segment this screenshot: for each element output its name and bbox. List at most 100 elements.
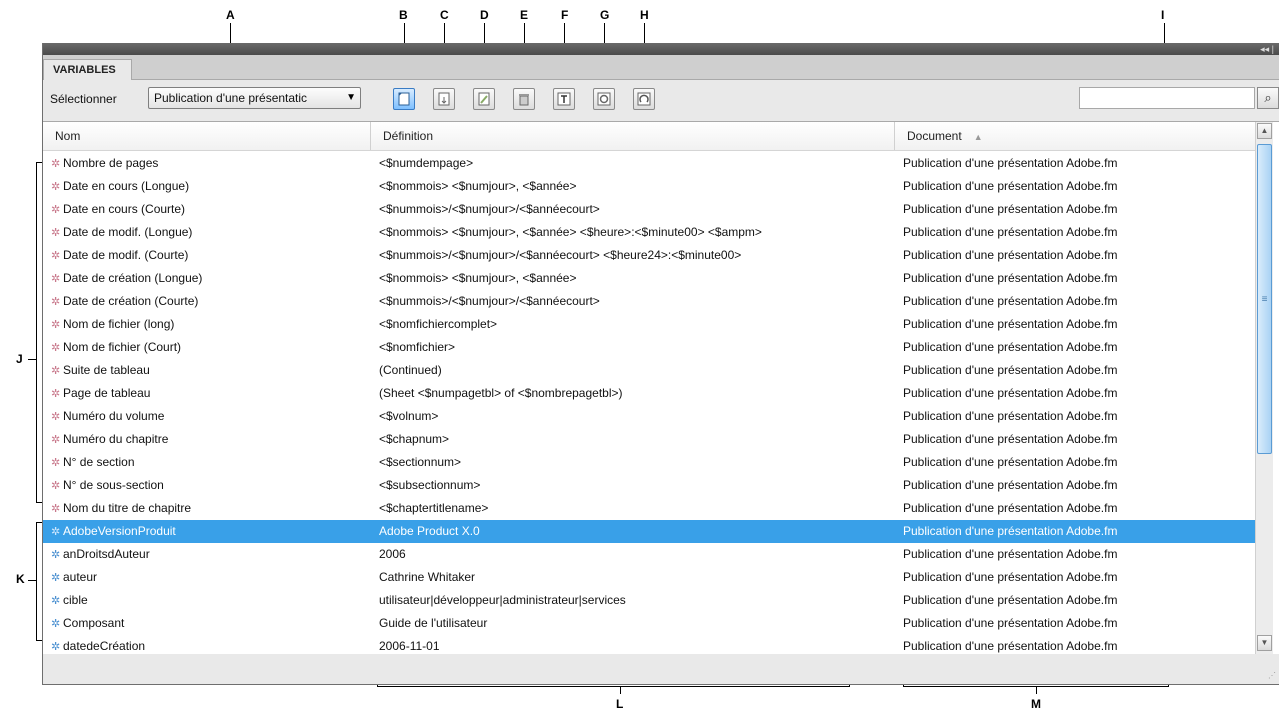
definition-cell: <$nommois> <$numjour>, <$année> <$heure>… xyxy=(379,225,762,239)
table-row[interactable]: ✲ Numéro du chapitre <$chapnum> Publication… xyxy=(43,428,1255,451)
callout-l: L xyxy=(616,697,624,711)
update-variables-button[interactable] xyxy=(593,88,615,110)
bracket-l-tick xyxy=(620,686,621,694)
toolbar: Sélectionner Publication d'une présentat… xyxy=(43,80,1279,120)
variable-name: AdobeVersionProduit xyxy=(63,524,176,538)
import-variables-icon xyxy=(438,92,450,106)
table-row[interactable]: ✲ Date de création (Courte) <$nummois>/<$n… xyxy=(43,290,1255,313)
definition-cell: <$nomfichier> xyxy=(379,340,456,354)
document-cell: Publication d'une présentation Adobe.fm xyxy=(903,616,1118,630)
panel-title-bar[interactable]: ◂◂ | xyxy=(43,43,1279,55)
callout-j-tick xyxy=(28,359,36,360)
definition-cell: <$nommois> <$numjour>, <$année> xyxy=(379,271,577,285)
table-row[interactable]: ✲ Nom du titre de chapitre <$chaptertitlen… xyxy=(43,497,1255,520)
callout-a: A xyxy=(226,8,235,22)
variable-name: Suite de tableau xyxy=(63,363,150,377)
column-header-definition-label: Définition xyxy=(383,129,434,143)
variables-table: Nom Définition Document ▲ ✲ Nombre de page… xyxy=(43,121,1279,655)
table-row[interactable]: ✲ anDroitsdAuteur 2006 Publication d'une pr… xyxy=(43,543,1255,566)
definition-cell: Cathrine Whitaker xyxy=(379,570,476,584)
name-cell: ✲ N° de section xyxy=(51,451,371,474)
scroll-up-button[interactable]: ▲ xyxy=(1257,123,1272,139)
scroll-down-button[interactable]: ▼ xyxy=(1257,635,1272,651)
reset-icon xyxy=(637,92,651,106)
definition-cell: utilisateur|développeur|administrateur|s… xyxy=(379,593,626,607)
callout-e: E xyxy=(520,8,529,22)
name-cell: ✲ Date de modif. (Longue) xyxy=(51,221,371,244)
name-cell: ✲ Numéro du volume xyxy=(51,405,371,428)
table-row[interactable]: ✲ cible utilisateur|développeur|administra… xyxy=(43,589,1255,612)
variable-name: Date de modif. (Longue) xyxy=(63,225,193,239)
definition-cell: <$chaptertitlename> xyxy=(379,501,489,515)
definition-cell: <$nummois>/<$numjour>/<$annéecourt> xyxy=(379,202,600,216)
name-cell: ✲ Suite de tableau xyxy=(51,359,371,382)
definition-cell: (Continued) xyxy=(379,363,442,377)
resize-grip-icon[interactable]: ⋰ xyxy=(1268,671,1276,680)
callout-c: C xyxy=(440,8,449,22)
table-header: Nom Définition Document ▲ xyxy=(43,122,1255,151)
name-cell: ✲ Nombre de pages xyxy=(51,152,371,175)
edit-variable-button[interactable] xyxy=(473,88,495,110)
name-cell: ✲ Composant xyxy=(51,612,371,635)
table-row[interactable]: ✲ Suite de tableau (Continued) Publication … xyxy=(43,359,1255,382)
table-row[interactable]: ✲ N° de sous-section <$subsectionnum> Publi… xyxy=(43,474,1255,497)
table-row[interactable]: ✲ N° de section <$sectionnum> Publication d… xyxy=(43,451,1255,474)
definition-cell: <$nomfichiercomplet> xyxy=(379,317,498,331)
reset-button[interactable] xyxy=(633,88,655,110)
column-header-definition[interactable]: Définition xyxy=(371,122,895,150)
search-input[interactable] xyxy=(1079,87,1255,109)
document-dropdown[interactable]: Publication d'une présentatic ▼ xyxy=(148,87,361,109)
table-row[interactable]: ✲ Date en cours (Longue) <$nommois> <$numj… xyxy=(43,175,1255,198)
callout-f: F xyxy=(561,8,569,22)
vertical-scrollbar[interactable]: ▲ ≡ ▼ xyxy=(1255,122,1273,654)
table-row[interactable]: ✲ Nom de fichier (Court) <$nomfichier> Publ… xyxy=(43,336,1255,359)
table-row[interactable]: ✲ auteur Cathrine Whitaker Publication d'un… xyxy=(43,566,1255,589)
bracket-j-vertical xyxy=(36,162,37,502)
table-row[interactable]: ✲ Date de modif. (Courte) <$nummois>/<$num… xyxy=(43,244,1255,267)
name-cell: ✲ N° de sous-section xyxy=(51,474,371,497)
document-cell: Publication d'une présentation Adobe.fm xyxy=(903,386,1118,400)
convert-to-text-button[interactable] xyxy=(553,88,575,110)
variables-panel: ◂◂ | VARIABLES Sélectionner Publication … xyxy=(42,43,1279,685)
import-variables-button[interactable] xyxy=(433,88,455,110)
tab-variables[interactable]: VARIABLES xyxy=(43,59,132,80)
table-row[interactable]: ✲ Nom de fichier (long) <$nomfichiercomple… xyxy=(43,313,1255,336)
name-cell: ✲ cible xyxy=(51,589,371,612)
document-cell: Publication d'une présentation Adobe.fm xyxy=(903,363,1118,377)
search-icon: ⌕ xyxy=(1264,90,1272,105)
column-header-document[interactable]: Document ▲ xyxy=(895,122,1255,150)
table-row[interactable]: ✲ Date de modif. (Longue) <$nommois> <$num… xyxy=(43,221,1255,244)
variable-name: anDroitsdAuteur xyxy=(63,547,150,561)
new-variable-button[interactable] xyxy=(393,88,415,110)
table-row[interactable]: ✲ Date en cours (Courte) <$nummois>/<$numj… xyxy=(43,198,1255,221)
system-variable-icon: ✲ xyxy=(51,227,61,239)
table-row[interactable]: ✲ Page de tableau (Sheet <$numpagetbl> of … xyxy=(43,382,1255,405)
collapse-icon[interactable]: ◂◂ | xyxy=(1260,43,1274,55)
definition-cell: <$chapnum> xyxy=(379,432,450,446)
user-variable-icon: ✲ xyxy=(51,526,61,538)
system-variable-icon: ✲ xyxy=(51,411,61,423)
delete-variable-button[interactable] xyxy=(513,88,535,110)
variable-name: Date en cours (Longue) xyxy=(63,179,190,193)
document-cell: Publication d'une présentation Adobe.fm xyxy=(903,317,1118,331)
document-cell: Publication d'une présentation Adobe.fm xyxy=(903,570,1118,584)
document-cell: Publication d'une présentation Adobe.fm xyxy=(903,455,1118,469)
document-cell: Publication d'une présentation Adobe.fm xyxy=(903,432,1118,446)
variable-name: Nom de fichier (Court) xyxy=(63,340,182,354)
variable-name: Numéro du volume xyxy=(63,409,165,423)
table-row[interactable]: ✲ Nombre de pages <$numdempage> Publication… xyxy=(43,152,1255,175)
system-variable-icon: ✲ xyxy=(51,296,61,308)
search-button[interactable]: ⌕ xyxy=(1257,87,1279,109)
table-row[interactable]: ✲ Date de création (Longue) <$nommois> <$n… xyxy=(43,267,1255,290)
scroll-thumb[interactable]: ≡ xyxy=(1257,144,1272,454)
edit-variable-icon xyxy=(478,92,490,106)
table-row[interactable]: ✲ AdobeVersionProduit Adobe Product X.0 Pub… xyxy=(43,520,1255,543)
definition-cell: Guide de l'utilisateur xyxy=(379,616,488,630)
table-row[interactable]: ✲ Composant Guide de l'utilisateur Publicat… xyxy=(43,612,1255,635)
name-cell: ✲ AdobeVersionProduit xyxy=(51,520,371,543)
name-cell: ✲ Date en cours (Longue) xyxy=(51,175,371,198)
column-header-name[interactable]: Nom xyxy=(43,122,371,150)
document-cell: Publication d'une présentation Adobe.fm xyxy=(903,340,1118,354)
column-header-document-label: Document xyxy=(907,129,962,143)
table-row[interactable]: ✲ Numéro du volume <$volnum> Publication d'… xyxy=(43,405,1255,428)
